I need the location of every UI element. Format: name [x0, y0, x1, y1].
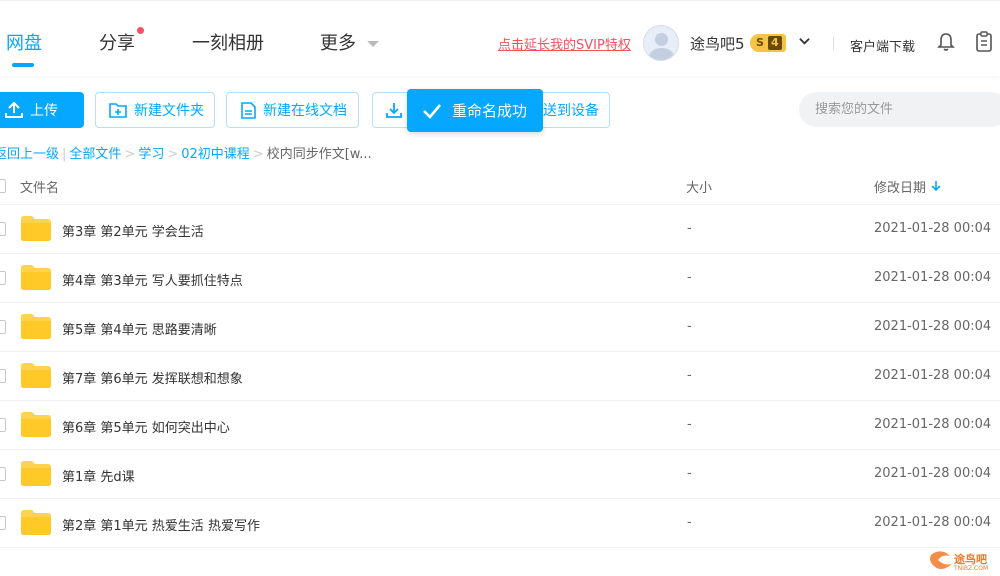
download-icon [386, 103, 402, 118]
table-row[interactable]: 第1章 先d课 - 2021-01-28 00:04 [0, 450, 1000, 499]
folder-icon [21, 363, 51, 388]
row-checkbox[interactable] [0, 320, 6, 334]
breadcrumb-back[interactable]: 返回上一级 [0, 147, 59, 162]
column-header-name[interactable]: 文件名 [20, 177, 59, 196]
folder-icon [21, 461, 51, 486]
file-name[interactable]: 第3章 第2单元 学会生活 [62, 221, 204, 240]
file-date: 2021-01-28 00:04 [874, 221, 992, 236]
rename-success-toast: 重命名成功 [407, 89, 543, 132]
tab-share[interactable]: 分享 [99, 29, 135, 55]
row-checkbox[interactable] [0, 271, 6, 285]
upload-label: 上传 [30, 103, 58, 119]
file-size: - [687, 270, 692, 285]
folder-icon [21, 314, 51, 339]
svip-letter: S [756, 36, 764, 49]
caret-down-icon[interactable] [367, 41, 379, 47]
username[interactable]: 途鸟吧5 [690, 33, 745, 54]
breadcrumb-item-study[interactable]: 学习 [138, 147, 164, 162]
file-name[interactable]: 第2章 第1单元 热爱生活 热爱写作 [62, 515, 260, 534]
file-size: - [687, 466, 692, 481]
breadcrumb-current: 校内同步作文[w... [266, 147, 372, 162]
breadcrumb-separator: > [167, 147, 179, 162]
file-size: - [687, 368, 692, 383]
divider [833, 37, 834, 50]
file-name[interactable]: 第6章 第5单元 如何突出中心 [62, 417, 230, 436]
svip-level: 4 [767, 36, 782, 50]
breadcrumb-separator: > [124, 147, 136, 162]
column-header-size[interactable]: 大小 [686, 177, 712, 196]
send-to-device-label: 送到设备 [543, 103, 599, 119]
table-row[interactable]: 第7章 第6单元 发挥联想和想象 - 2021-01-28 00:04 [0, 352, 1000, 401]
table-row[interactable]: 第5章 第4单元 思路要清晰 - 2021-01-28 00:04 [0, 303, 1000, 352]
row-checkbox[interactable] [0, 222, 6, 236]
file-name[interactable]: 第5章 第4单元 思路要清晰 [62, 319, 217, 338]
file-name[interactable]: 第4章 第3单元 写人要抓住特点 [62, 270, 243, 289]
document-icon [241, 101, 256, 119]
bell-icon[interactable] [936, 32, 956, 52]
table-row[interactable]: 第6章 第5单元 如何突出中心 - 2021-01-28 00:04 [0, 401, 1000, 450]
send-to-device-button[interactable]: 送到设备 [532, 92, 610, 128]
active-tab-indicator [12, 63, 34, 67]
search-input[interactable] [799, 92, 979, 127]
file-size: - [687, 515, 692, 530]
tab-album[interactable]: 一刻相册 [192, 29, 264, 55]
download-button[interactable] [372, 92, 412, 128]
folder-icon [21, 216, 51, 241]
file-date: 2021-01-28 00:04 [874, 368, 992, 383]
select-all-checkbox[interactable] [0, 179, 6, 193]
folder-icon [21, 265, 51, 290]
breadcrumb-divider: | [62, 147, 67, 162]
new-folder-button[interactable]: 新建文件夹 [95, 92, 215, 128]
svip-extend-link[interactable]: 点击延长我的SVIP特权 [498, 34, 631, 53]
svip-badge: S4 [750, 34, 786, 52]
top-nav: 网盘 分享 一刻相册 更多 点击延长我的SVIP特权 途鸟吧5 S4 客户端下载 [0, 0, 1000, 76]
tab-netdisk[interactable]: 网盘 [6, 29, 42, 55]
file-size: - [687, 319, 692, 334]
file-name[interactable]: 第1章 先d课 [62, 466, 135, 485]
new-doc-label: 新建在线文档 [263, 103, 347, 119]
file-date: 2021-01-28 00:04 [874, 515, 992, 530]
file-name[interactable]: 第7章 第6单元 发挥联想和想象 [62, 368, 243, 387]
new-online-doc-button[interactable]: 新建在线文档 [226, 92, 359, 128]
breadcrumb-item-course[interactable]: 02初中课程 [181, 147, 250, 162]
folder-icon [21, 510, 51, 535]
folder-icon [21, 412, 51, 437]
file-date: 2021-01-28 00:04 [874, 319, 992, 334]
toast-text: 重命名成功 [452, 102, 528, 120]
file-list: 第3章 第2单元 学会生活 - 2021-01-28 00:04 第4章 第3单… [0, 205, 1000, 548]
row-checkbox[interactable] [0, 516, 6, 530]
breadcrumb-item-all-files[interactable]: 全部文件 [69, 147, 121, 162]
file-date: 2021-01-28 00:04 [874, 270, 992, 285]
check-icon [423, 103, 441, 119]
sort-arrow-down-icon[interactable] [931, 180, 941, 192]
tab-more[interactable]: 更多 [320, 29, 356, 55]
table-row[interactable]: 第4章 第3单元 写人要抓住特点 - 2021-01-28 00:04 [0, 254, 1000, 303]
table-row[interactable]: 第2章 第1单元 热爱生活 热爱写作 - 2021-01-28 00:04 [0, 499, 1000, 548]
file-size: - [687, 417, 692, 432]
watermark-subtext: TNIBZ.COM [954, 565, 989, 572]
breadcrumb: 返回上一级 | 全部文件 > 学习 >02初中课程 > 校内同步作文[w... [0, 143, 372, 162]
notification-dot [137, 27, 144, 34]
avatar[interactable] [643, 25, 679, 61]
new-folder-label: 新建文件夹 [134, 103, 204, 119]
new-folder-icon [109, 103, 127, 118]
row-checkbox[interactable] [0, 369, 6, 383]
table-header: 文件名 大小 修改日期 [0, 170, 1000, 205]
file-date: 2021-01-28 00:04 [874, 466, 992, 481]
row-checkbox[interactable] [0, 467, 6, 481]
file-size: - [687, 221, 692, 236]
file-date: 2021-01-28 00:04 [874, 417, 992, 432]
upload-icon [5, 102, 23, 118]
search-box[interactable] [799, 92, 1000, 127]
column-header-date[interactable]: 修改日期 [874, 177, 926, 196]
row-checkbox[interactable] [0, 418, 6, 432]
upload-button[interactable]: 上传 [0, 92, 84, 128]
clipboard-icon[interactable] [974, 31, 994, 53]
client-download-link[interactable]: 客户端下载 [850, 36, 915, 55]
breadcrumb-separator: > [252, 147, 264, 162]
table-row[interactable]: 第3章 第2单元 学会生活 - 2021-01-28 00:04 [0, 205, 1000, 254]
chevron-down-icon[interactable] [799, 36, 810, 47]
